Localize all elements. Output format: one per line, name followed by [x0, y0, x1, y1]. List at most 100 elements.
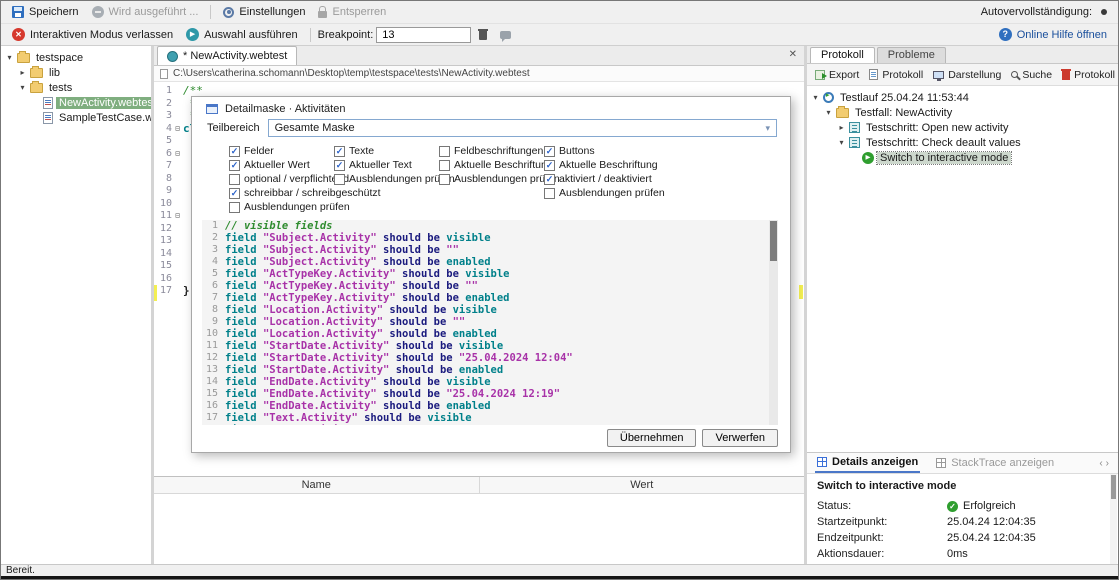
checkbox-item[interactable]: Ausblendungen prüfen: [439, 173, 544, 185]
checkbox[interactable]: [334, 174, 345, 185]
checkbox[interactable]: ✓: [544, 146, 555, 157]
tree-expander-icon[interactable]: ▾: [5, 53, 14, 62]
settings-button[interactable]: Einstellungen: [218, 4, 310, 20]
section-select[interactable]: Gesamte Maske ▾: [268, 119, 777, 137]
tree-item[interactable]: ▸lib: [1, 65, 151, 80]
delete-breakpoint-button[interactable]: [474, 27, 492, 42]
detail-value: 25.04.24 12:04:35: [947, 516, 1036, 528]
tree-item[interactable]: ▾Testschritt: Check deault values: [807, 135, 1118, 150]
run-toolbar: ✕ Interaktiven Modus verlassen ▶ Auswahl…: [1, 24, 1118, 46]
checkbox[interactable]: ✓: [229, 160, 240, 171]
comment-button[interactable]: [495, 28, 516, 41]
checkbox-item[interactable]: ✓schreibbar / schreibgeschützt: [229, 187, 334, 199]
fold-marker-icon[interactable]: ⊟: [172, 123, 183, 136]
tree-item[interactable]: ▾Testfall: NewActivity: [807, 105, 1118, 120]
close-icon[interactable]: ✕: [789, 49, 797, 60]
checkbox-item[interactable]: ✓Aktuelle Beschriftung: [544, 159, 782, 171]
checkbox[interactable]: ✓: [229, 146, 240, 157]
checkbox[interactable]: [439, 160, 450, 171]
autocomplete-toggle[interactable]: Autovervollständigung:: [976, 4, 1112, 20]
checkbox-label: schreibbar / schreibgeschützt: [244, 187, 381, 199]
checkbox-item[interactable]: Feldbeschriftungen: [439, 145, 544, 157]
apply-button[interactable]: Übernehmen: [607, 429, 697, 447]
tree-item[interactable]: NewActivity.webtest: [1, 95, 151, 110]
log-toolbar-label: Protokoll leeren: [1074, 69, 1119, 81]
fold-marker-icon[interactable]: ⊟: [172, 148, 183, 161]
checkbox-item[interactable]: Ausblendungen prüfen: [334, 173, 439, 185]
checkbox[interactable]: ✓: [544, 160, 555, 171]
line-number: 14: [154, 248, 172, 261]
checkbox[interactable]: [229, 202, 240, 213]
detail-value: 25.04.24 12:04:35: [947, 532, 1036, 544]
checkbox-item[interactable]: optional / verpflichtend: [229, 173, 334, 185]
checkbox-item[interactable]: ✓aktiviert / deaktiviert: [544, 173, 782, 185]
tree-item[interactable]: ▾testspace: [1, 50, 151, 65]
tree-expander-icon[interactable]: ▾: [18, 83, 27, 92]
tree-expander-icon[interactable]: ▾: [824, 108, 833, 117]
log-toolbar-clear-button[interactable]: Protokoll leeren: [1058, 67, 1119, 83]
line-number: 15: [154, 260, 172, 273]
breakpoint-input[interactable]: [376, 27, 471, 43]
checkbox[interactable]: ✓: [229, 188, 240, 199]
details-scrollbar-thumb[interactable]: [1111, 475, 1116, 499]
code-editor[interactable]: 1/**2 *3 *4⊟cl56⊟7891011⊟121314151617} D…: [154, 82, 804, 476]
tree-item[interactable]: ▾Testlauf 25.04.24 11:53:44: [807, 90, 1118, 105]
section-label: Teilbereich: [207, 122, 260, 134]
preview-scrollbar[interactable]: [769, 220, 778, 425]
log-toolbar-view-button[interactable]: Darstellung: [929, 67, 1005, 83]
tree-expander-icon[interactable]: ▸: [18, 68, 27, 77]
tree-expander-icon[interactable]: ▸: [837, 123, 846, 132]
log-toolbar-export-button[interactable]: Export: [811, 67, 863, 83]
column-header-name[interactable]: Name: [154, 477, 480, 493]
tab-details[interactable]: Details anzeigen: [815, 453, 920, 473]
details-scrollbar[interactable]: [1110, 474, 1117, 564]
tab-stacktrace[interactable]: StackTrace anzeigen: [934, 453, 1056, 473]
checkbox-item[interactable]: Ausblendungen prüfen: [229, 201, 334, 213]
line-number: 7: [154, 160, 172, 173]
help-icon: ?: [999, 28, 1012, 41]
checkbox-item[interactable]: Ausblendungen prüfen: [544, 187, 782, 199]
tree-expander-icon[interactable]: ▾: [811, 93, 820, 102]
document-icon: [160, 69, 168, 79]
fold-marker-icon[interactable]: ⊟: [172, 210, 183, 223]
checkbox-item[interactable]: ✓Aktueller Wert: [229, 159, 334, 171]
clear-icon: [1062, 71, 1070, 80]
checkbox[interactable]: [439, 146, 450, 157]
checkbox[interactable]: [229, 174, 240, 185]
tree-expander-icon[interactable]: ▾: [837, 138, 846, 147]
checkbox[interactable]: [544, 188, 555, 199]
tree-item[interactable]: ▾tests: [1, 80, 151, 95]
log-toolbar-search-button[interactable]: Suche: [1007, 67, 1056, 83]
checkbox-item[interactable]: ✓Aktueller Text: [334, 159, 439, 171]
panel-nav-arrows[interactable]: ‹›: [1099, 458, 1112, 469]
save-button[interactable]: Speichern: [7, 4, 84, 20]
checkbox-item[interactable]: ✓Buttons: [544, 145, 782, 157]
tab-newactivity-webtest[interactable]: * NewActivity.webtest: [157, 46, 297, 65]
run-selection-button[interactable]: ▶ Auswahl ausführen: [181, 26, 303, 43]
tree-item[interactable]: SampleTestCase.webtest: [1, 110, 151, 125]
leave-interactive-mode-button[interactable]: ✕ Interaktiven Modus verlassen: [7, 26, 178, 43]
tab-protokoll[interactable]: Protokoll: [810, 47, 875, 63]
log-toolbar-log-button[interactable]: Protokoll: [865, 67, 927, 83]
next-icon[interactable]: ›: [1106, 458, 1112, 469]
checkbox-item[interactable]: ✓Texte: [334, 145, 439, 157]
checkbox[interactable]: [439, 174, 450, 185]
checkbox-item[interactable]: ✓Felder: [229, 145, 334, 157]
checkbox[interactable]: ✓: [544, 174, 555, 185]
folder-icon: [836, 108, 849, 118]
details-tabbar: Details anzeigen StackTrace anzeigen ‹›: [807, 452, 1118, 474]
checkbox[interactable]: ✓: [334, 160, 345, 171]
export-icon: [815, 70, 825, 80]
preview-scrollbar-thumb[interactable]: [770, 221, 777, 261]
tree-item[interactable]: ▶Switch to interactive mode: [807, 150, 1118, 165]
column-header-wert[interactable]: Wert: [480, 477, 805, 493]
preview-line: 11field "StartDate.Activity" should be v…: [202, 340, 778, 352]
checkbox[interactable]: ✓: [334, 146, 345, 157]
tab-probleme[interactable]: Probleme: [877, 47, 946, 63]
tree-item[interactable]: ▸Testschritt: Open new activity: [807, 120, 1118, 135]
online-help-button[interactable]: ? Online Hilfe öffnen: [994, 26, 1112, 43]
discard-button[interactable]: Verwerfen: [702, 429, 778, 447]
line-number: 5: [154, 135, 172, 148]
code-text: }: [183, 285, 190, 298]
checkbox-item[interactable]: Aktuelle Beschriftung: [439, 159, 544, 171]
